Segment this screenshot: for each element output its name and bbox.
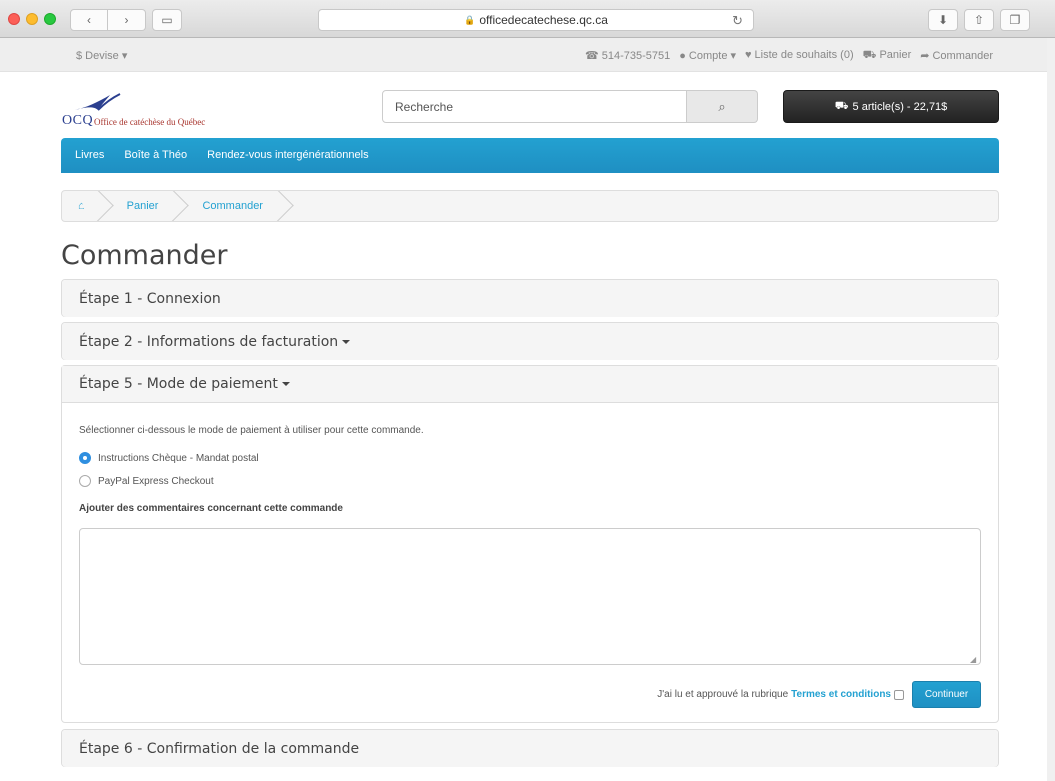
page-title: Commander [61,240,228,271]
currency-dropdown[interactable]: $ Devise ▾ [76,49,127,62]
address-bar[interactable]: 🔒 officedecatechese.qc.ca ↻ [318,9,754,31]
cart-summary-button[interactable]: ⛟ 5 article(s) - 22,71$ [783,90,999,123]
terms-link[interactable]: Termes et conditions [791,689,891,700]
step5-heading[interactable]: Étape 5 - Mode de paiement [62,366,998,403]
terms-row: J'ai lu et approuvé la rubrique Termes e… [657,681,981,708]
payment-option-paypal[interactable]: PayPal Express Checkout [79,475,214,487]
comment-textarea[interactable] [79,528,981,665]
step5-panel: Étape 5 - Mode de paiement Sélectionner … [61,365,999,723]
cart-summary-label: 5 article(s) - 22,71$ [852,100,948,113]
chevron-left-icon: ‹ [87,13,91,27]
logo-name: Office de catéchèse du Québec [94,117,206,127]
heart-icon: ♥ [745,49,752,61]
payment-option-cheque[interactable]: Instructions Chèque - Mandat postal [79,452,259,464]
tabs-button[interactable]: ❐ [1000,9,1030,31]
back-button[interactable]: ‹ [70,9,108,31]
breadcrumb-item-commander[interactable]: Commander [176,191,281,221]
user-icon: ● [679,50,686,62]
step1-heading[interactable]: Étape 1 - Connexion [62,280,998,317]
nav-item-boite-a-theo[interactable]: Boîte à Théo [124,149,187,161]
phone-icon: ☎ [585,50,599,62]
browser-toolbar: ‹ › ▭ 🔒 officedecatechese.qc.ca ↻ ⬇ ⇧ ❐ [0,0,1055,38]
terms-prefix: J'ai lu et approuvé la rubrique [657,689,789,700]
caret-down-icon [281,382,290,386]
top-utility-bar: $ Devise ▾ ☎ 514-735-5751 ● Compte ▾ ♥ List… [0,38,1047,72]
step1-title: Étape 1 - Connexion [79,290,221,307]
caret-down-icon [342,339,351,344]
checkout-link[interactable]: ➦ Commander [920,49,993,63]
continue-button[interactable]: Continuer [912,681,981,708]
logo-swoosh-icon [74,93,121,111]
zoom-window-button[interactable] [44,13,56,25]
search-group: ⌕ [382,90,758,123]
terms-checkbox[interactable] [894,689,904,700]
nav-item-rendez-vous[interactable]: Rendez-vous intergénérationnels [207,149,368,161]
search-icon: ⌕ [718,98,726,114]
step1-panel: Étape 1 - Connexion [61,279,999,317]
nav-item-livres[interactable]: Livres [75,149,104,161]
cart-link[interactable]: ⛟ Panier [863,49,912,63]
utility-links: ☎ 514-735-5751 ● Compte ▾ ♥ Liste de souhai… [585,49,993,63]
cart-icon: ⛟ [834,99,849,112]
scrollbar[interactable] [1047,38,1055,781]
payment-option-paypal-label: PayPal Express Checkout [98,475,214,487]
tabs-icon: ❐ [1009,13,1021,27]
wishlist-text: Liste de souhaits (0) [754,49,854,61]
search-button[interactable]: ⌕ [687,90,758,123]
account-text: Compte ▾ [688,50,737,62]
wishlist-link[interactable]: ♥ Liste de souhaits (0) [745,49,854,63]
chevron-right-icon: › [124,13,129,27]
site-logo[interactable]: OCQ Office de catéchèse du Québec [62,92,262,132]
breadcrumb: ⌂ Panier Commander [61,190,999,222]
phone-link[interactable]: ☎ 514-735-5751 [585,49,670,63]
breadcrumb-home[interactable]: ⌂ [62,191,101,221]
forward-button[interactable]: › [108,9,146,31]
payment-option-cheque-label: Instructions Chèque - Mandat postal [98,452,259,464]
home-icon: ⌂ [78,200,85,212]
url-text: officedecatechese.qc.ca [479,13,608,27]
step5-title: Étape 5 - Mode de paiement [79,376,278,392]
radio-cheque[interactable] [79,452,91,464]
share-arrow-icon: ➦ [920,50,930,62]
step2-title: Étape 2 - Informations de facturation [79,333,339,350]
download-icon: ⬇ [937,13,949,27]
account-dropdown[interactable]: ● Compte ▾ [679,49,736,63]
step6-heading[interactable]: Étape 6 - Confirmation de la commande [62,730,998,767]
payment-intro: Sélectionner ci-dessous le mode de paiem… [79,425,424,436]
share-button[interactable]: ⇧ [964,9,994,31]
step2-panel: Étape 2 - Informations de facturation [61,322,999,360]
comment-label: Ajouter des commentaires concernant cett… [79,503,343,514]
sidebar-toggle-button[interactable]: ▭ [152,9,182,31]
search-input[interactable] [382,90,687,123]
radio-paypal[interactable] [79,475,91,487]
minimize-window-button[interactable] [26,13,38,25]
cart-text: Panier [879,49,912,61]
checkout-text: Commander [932,50,993,62]
logo-abbr: OCQ [62,113,94,128]
main-nav: Livres Boîte à Théo Rendez-vous intergén… [61,138,999,173]
phone-text: 514-735-5751 [601,50,671,62]
step6-title: Étape 6 - Confirmation de la commande [79,740,360,757]
reload-icon[interactable]: ↻ [732,13,743,29]
lock-icon: 🔒 [464,14,476,25]
resize-grip-icon[interactable]: ◢ [970,655,976,664]
share-icon: ⇧ [973,13,985,27]
cart-icon: ⛟ [862,49,877,61]
sidebar-icon: ▭ [161,13,173,27]
step6-panel: Étape 6 - Confirmation de la commande [61,729,999,767]
close-window-button[interactable] [8,13,20,25]
downloads-button[interactable]: ⬇ [928,9,958,31]
step2-heading[interactable]: Étape 2 - Informations de facturation [62,323,998,360]
history-nav: ‹ › [70,9,146,31]
